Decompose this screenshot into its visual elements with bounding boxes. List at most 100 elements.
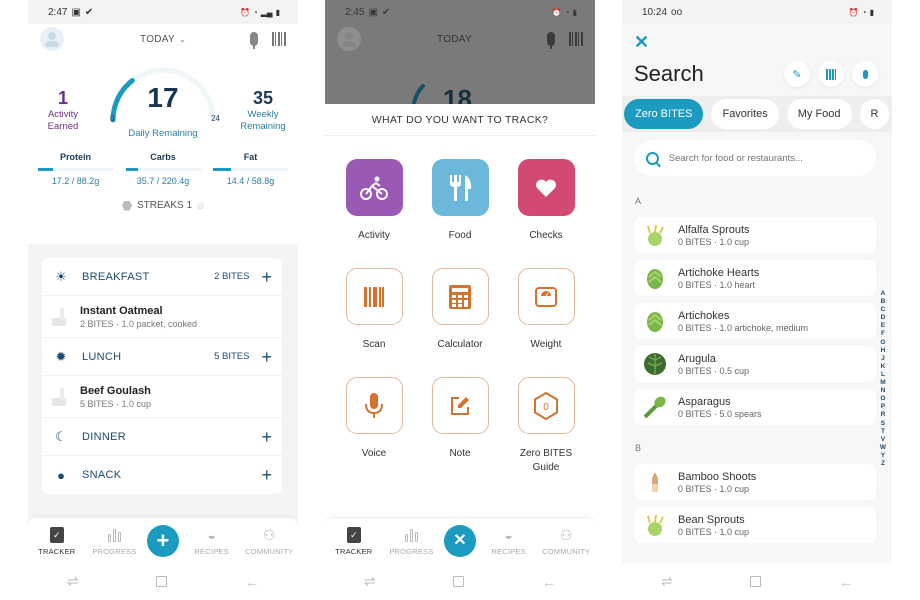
search-box[interactable] — [634, 140, 876, 176]
add-breakfast-button[interactable]: + — [261, 268, 272, 286]
recents-button[interactable]: ⇌ — [67, 573, 79, 590]
alphabet-letter[interactable]: Y — [881, 452, 885, 460]
alphabet-letter[interactable]: N — [881, 387, 886, 395]
option-calculator[interactable]: Calculator — [417, 268, 503, 377]
list-item[interactable]: Bean Sprouts 0 BITES · 1.0 cup — [634, 507, 876, 543]
alphabet-index[interactable]: ABCDEFGHJKLMNOPRSTVWYZ — [880, 290, 886, 468]
alphabet-letter[interactable]: T — [881, 428, 885, 436]
option-scan[interactable]: Scan — [331, 268, 417, 377]
alphabet-letter[interactable]: O — [880, 395, 885, 403]
add-dinner-button[interactable]: + — [261, 428, 272, 446]
food-entry[interactable]: Instant Oatmeal 2 BITES · 1.0 packet, co… — [42, 296, 282, 338]
back-button[interactable]: ← — [839, 574, 853, 590]
dimmed-background[interactable]: 2:45 ▣ ✔ ⏰ ◔ ▮ TODAY ⌄ 18 — [325, 0, 595, 104]
chip-zero-bites[interactable]: Zero BITES — [624, 99, 704, 129]
back-button[interactable]: ← — [245, 574, 259, 590]
option-voice[interactable]: Voice — [331, 377, 417, 486]
food-entry[interactable]: Beef Goulash 5 BITES · 1.0 cup — [42, 376, 282, 418]
tab-progress[interactable]: PROGRESS — [386, 525, 436, 556]
alphabet-letter[interactable]: W — [880, 444, 886, 452]
option-weight[interactable]: Weight — [503, 268, 589, 377]
alphabet-letter[interactable]: A — [881, 290, 886, 298]
track-options: Activity Food Checks Scan Calculator Wei… — [325, 136, 595, 486]
alphabet-letter[interactable]: J — [881, 355, 885, 363]
alphabet-letter[interactable]: L — [881, 371, 885, 379]
option-note[interactable]: Note — [417, 377, 503, 486]
meal-dinner[interactable]: ☾ DINNER + — [42, 418, 282, 456]
clipboard-icon: ✓ — [346, 527, 361, 543]
search-input[interactable] — [668, 152, 864, 164]
back-button[interactable]: ← — [542, 574, 556, 590]
add-lunch-button[interactable]: + — [261, 348, 272, 366]
avatar[interactable] — [40, 27, 64, 51]
heart-icon — [517, 159, 575, 216]
alphabet-letter[interactable]: C — [881, 306, 886, 314]
list-item[interactable]: Artichokes 0 BITES · 1.0 artichoke, mediu… — [634, 303, 876, 339]
home-button[interactable] — [453, 576, 465, 587]
meal-breakfast[interactable]: ☀ BREAKFAST 2 BITES + — [42, 258, 282, 296]
macro-value: 17.2 / 88.2g — [51, 176, 100, 186]
close-icon[interactable]: ✕ — [634, 32, 892, 54]
chip-my-food[interactable]: My Food — [786, 99, 852, 129]
chip-more[interactable]: R — [859, 99, 890, 129]
android-nav-bar: ⇌ ← — [28, 563, 298, 600]
status-time: 2:47 — [48, 6, 68, 18]
scan-barcode-button[interactable] — [818, 61, 844, 87]
tab-recipes[interactable]: ◒ RECIPES — [187, 525, 237, 556]
macro-bar — [213, 168, 288, 171]
alphabet-letter[interactable]: D — [881, 314, 886, 322]
add-button[interactable]: + — [146, 524, 179, 557]
alphabet-letter[interactable]: F — [881, 330, 885, 338]
option-label: Activity — [358, 230, 390, 241]
tab-tracker[interactable]: ✓ TRACKER — [32, 525, 82, 556]
meal-lunch[interactable]: ✹ LUNCH 5 BITES + — [42, 338, 282, 376]
option-food[interactable]: Food — [417, 159, 503, 268]
alphabet-letter[interactable]: P — [881, 403, 885, 411]
list-item[interactable]: Artichoke Hearts 0 BITES · 1.0 heart — [634, 260, 876, 296]
alphabet-letter[interactable]: S — [881, 420, 885, 428]
option-label: Zero BITES Guide — [519, 448, 573, 473]
alphabet-letter[interactable]: R — [881, 411, 886, 419]
close-menu-button[interactable]: ✕ — [443, 524, 476, 557]
alphabet-letter[interactable]: H — [881, 347, 886, 355]
alphabet-letter[interactable]: M — [880, 379, 885, 387]
tab-tracker[interactable]: ✓ TRACKER — [329, 525, 379, 556]
svg-text:0: 0 — [543, 402, 549, 413]
alphabet-letter[interactable]: K — [881, 363, 886, 371]
recents-button[interactable]: ⇌ — [661, 573, 673, 590]
list-item[interactable]: Bamboo Shoots 0 BITES · 1.0 cup — [634, 464, 876, 500]
alphabet-letter[interactable]: V — [881, 436, 885, 444]
home-button[interactable] — [750, 576, 762, 587]
tab-community[interactable]: ⚇ COMMUNITY — [244, 525, 294, 557]
recents-button[interactable]: ⇌ — [364, 573, 376, 590]
list-item[interactable]: Asparagus 0 BITES · 5.0 spears — [634, 389, 876, 425]
alphabet-letter[interactable]: B — [881, 298, 886, 306]
streaks-button[interactable]: STREAKS 1 ◎ — [28, 200, 298, 211]
tab-community[interactable]: ⚇ COMMUNITY — [541, 525, 591, 557]
tab-progress[interactable]: PROGRESS — [89, 525, 139, 556]
streaks-label: STREAKS 1 — [136, 200, 193, 211]
option-zero-bites-guide[interactable]: 0 Zero BITES Guide — [503, 377, 589, 486]
tab-recipes[interactable]: ◒ RECIPES — [484, 525, 534, 556]
add-snack-button[interactable]: + — [261, 466, 272, 484]
home-button[interactable] — [156, 576, 168, 587]
list-item[interactable]: Arugula 0 BITES · 0.5 cup — [634, 346, 876, 382]
track-menu-screen: 2:45 ▣ ✔ ⏰ ◔ ▮ TODAY ⌄ 18 WHAT DO YOU WANT TO… — [325, 0, 595, 600]
option-activity[interactable]: Activity — [331, 159, 417, 268]
alphabet-letter[interactable]: G — [880, 339, 885, 347]
date-selector[interactable]: TODAY ⌄ — [140, 34, 186, 45]
option-checks[interactable]: Checks — [503, 159, 589, 268]
tab-label: PROGRESS — [92, 547, 137, 556]
chip-favorites[interactable]: Favorites — [711, 99, 779, 129]
create-food-button[interactable]: ✎ — [784, 61, 810, 87]
artichoke-icon — [642, 265, 668, 291]
list-item[interactable]: Alfalfa Sprouts 0 BITES · 1.0 cup — [634, 217, 876, 253]
alphabet-letter[interactable]: Z — [881, 460, 885, 468]
alphabet-letter[interactable]: E — [881, 322, 885, 330]
alarm-icon: ⏰ — [848, 7, 859, 17]
macro-bar-fill — [38, 168, 53, 171]
meal-snack[interactable]: ● SNACK + — [42, 456, 282, 494]
barcode-icon[interactable] — [272, 32, 286, 46]
microphone-icon[interactable] — [250, 32, 258, 49]
voice-search-button[interactable] — [852, 61, 878, 87]
